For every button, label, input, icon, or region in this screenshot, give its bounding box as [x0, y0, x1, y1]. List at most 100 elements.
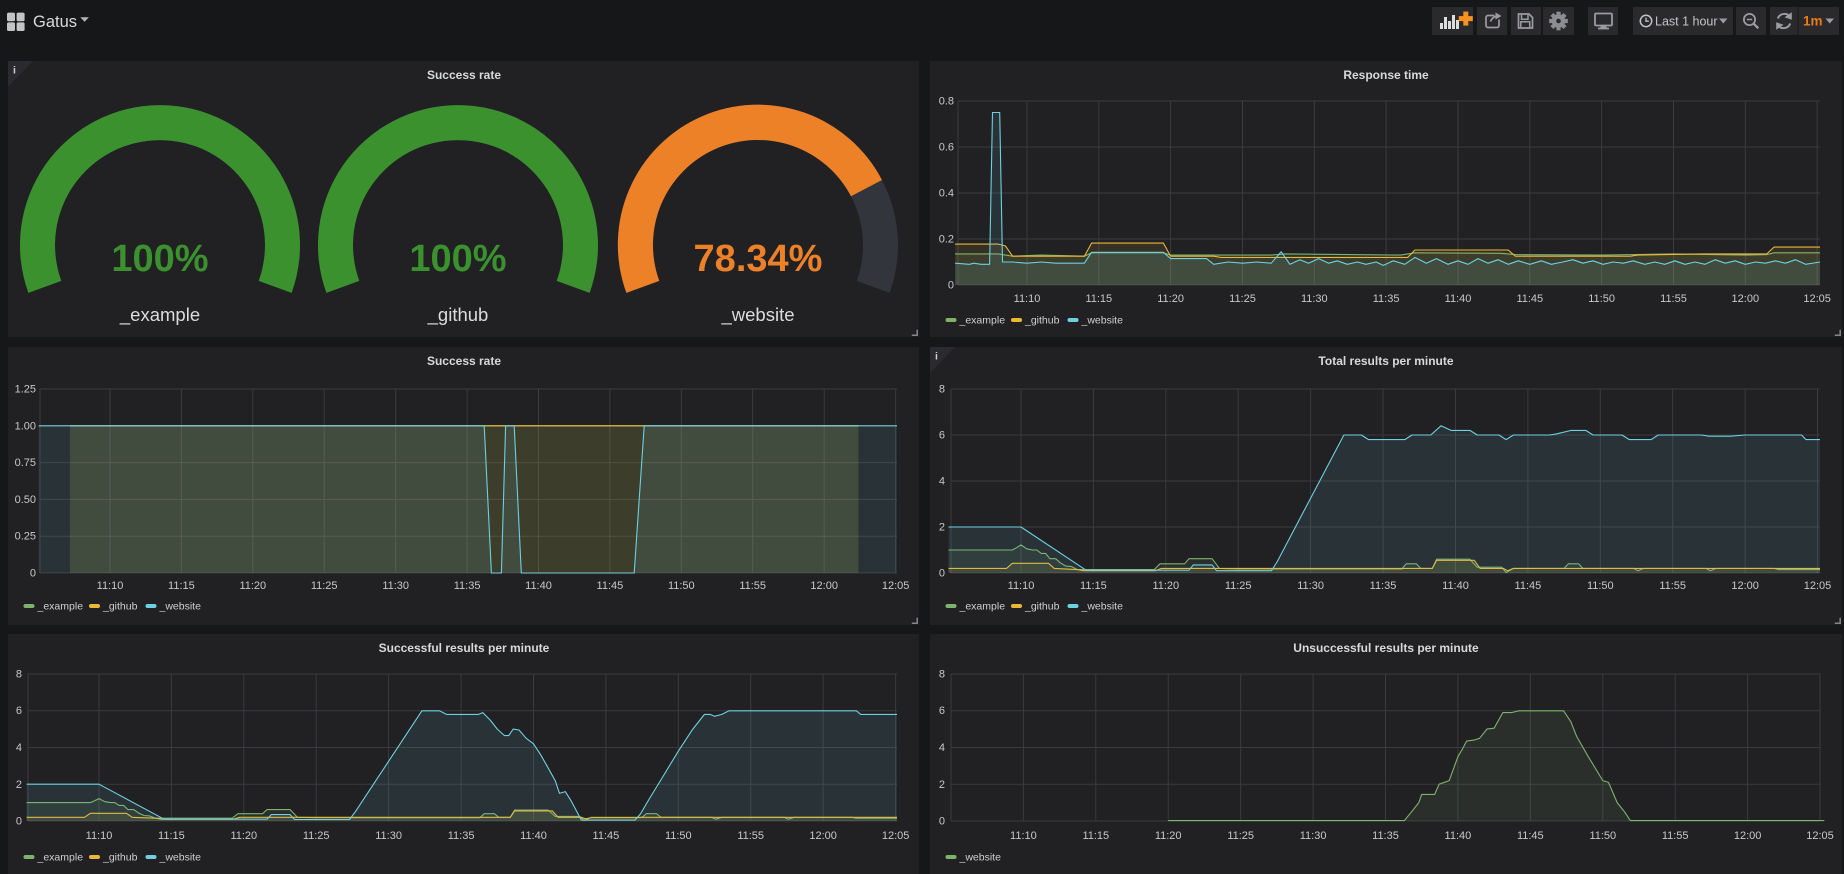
svg-text:11:20: 11:20 [239, 580, 266, 592]
svg-text:78.34%: 78.34% [694, 238, 823, 280]
svg-text:11:15: 11:15 [1085, 293, 1112, 305]
svg-text:4: 4 [939, 742, 945, 754]
svg-text:11:45: 11:45 [1515, 580, 1542, 592]
svg-text:_website: _website [159, 601, 202, 613]
svg-text:11:55: 11:55 [1660, 293, 1687, 305]
svg-text:0: 0 [939, 568, 945, 580]
svg-text:11:20: 11:20 [1152, 580, 1179, 592]
svg-text:11:50: 11:50 [665, 830, 692, 842]
svg-text:11:10: 11:10 [86, 830, 113, 842]
svg-text:0: 0 [16, 816, 22, 828]
svg-text:1.25: 1.25 [15, 384, 36, 396]
svg-text:11:55: 11:55 [737, 830, 764, 842]
svg-text:11:35: 11:35 [1370, 580, 1397, 592]
svg-text:0.50: 0.50 [15, 494, 36, 506]
svg-text:11:40: 11:40 [1445, 293, 1472, 305]
svg-text:Gatus: Gatus [33, 13, 77, 31]
svg-text:12:05: 12:05 [882, 830, 910, 842]
svg-text:Unsuccessful results per minut: Unsuccessful results per minute [1293, 641, 1479, 655]
svg-text:12:00: 12:00 [810, 580, 838, 592]
svg-text:11:35: 11:35 [1372, 830, 1399, 842]
svg-text:0.75: 0.75 [15, 457, 36, 469]
svg-text:12:05: 12:05 [1804, 580, 1832, 592]
svg-text:11:30: 11:30 [375, 830, 402, 842]
svg-text:12:00: 12:00 [1731, 580, 1759, 592]
svg-text:11:30: 11:30 [1301, 293, 1328, 305]
svg-text:11:20: 11:20 [230, 830, 257, 842]
svg-text:11:50: 11:50 [1587, 580, 1614, 592]
svg-text:1.00: 1.00 [15, 420, 36, 432]
svg-text:_github: _github [427, 304, 489, 326]
svg-text:11:10: 11:10 [1014, 293, 1041, 305]
svg-text:0.25: 0.25 [15, 531, 36, 543]
svg-text:12:05: 12:05 [1806, 830, 1834, 842]
svg-text:12:00: 12:00 [1732, 293, 1760, 305]
svg-text:11:10: 11:10 [1010, 830, 1037, 842]
svg-text:Response time: Response time [1343, 68, 1429, 82]
svg-text:11:25: 11:25 [303, 830, 330, 842]
svg-text:11:35: 11:35 [448, 830, 475, 842]
svg-text:11:10: 11:10 [1008, 580, 1035, 592]
svg-text:_example: _example [119, 304, 200, 326]
svg-text:11:10: 11:10 [97, 580, 124, 592]
svg-text:Success rate: Success rate [427, 68, 501, 82]
svg-text:0.2: 0.2 [939, 234, 954, 246]
svg-text:11:30: 11:30 [1297, 580, 1324, 592]
svg-text:11:45: 11:45 [1516, 293, 1543, 305]
svg-text:11:55: 11:55 [1662, 830, 1689, 842]
svg-text:1m: 1m [1803, 14, 1823, 29]
svg-text:2: 2 [939, 522, 945, 534]
svg-text:11:35: 11:35 [1373, 293, 1400, 305]
svg-text:12:00: 12:00 [1734, 830, 1762, 842]
svg-text:11:40: 11:40 [520, 830, 547, 842]
svg-text:11:15: 11:15 [168, 580, 195, 592]
svg-text:8: 8 [939, 384, 945, 396]
svg-text:11:25: 11:25 [1229, 293, 1256, 305]
svg-text:_website: _website [720, 304, 794, 326]
svg-text:0: 0 [30, 568, 36, 580]
svg-text:6: 6 [939, 705, 945, 717]
svg-text:i: i [13, 65, 16, 77]
svg-text:11:30: 11:30 [382, 580, 409, 592]
svg-text:11:40: 11:40 [1442, 580, 1469, 592]
svg-text:11:50: 11:50 [1589, 830, 1616, 842]
svg-text:0: 0 [948, 280, 954, 292]
svg-text:Success rate: Success rate [427, 354, 501, 368]
svg-text:6: 6 [16, 705, 22, 717]
svg-text:0.4: 0.4 [939, 188, 954, 200]
svg-text:Total results per minute: Total results per minute [1318, 354, 1453, 368]
svg-text:11:15: 11:15 [1080, 580, 1107, 592]
svg-text:12:05: 12:05 [882, 580, 910, 592]
svg-text:11:50: 11:50 [668, 580, 695, 592]
svg-text:_website: _website [159, 852, 202, 864]
svg-text:11:20: 11:20 [1155, 830, 1182, 842]
svg-text:_github: _github [102, 601, 138, 613]
svg-text:4: 4 [939, 476, 945, 488]
svg-text:i: i [935, 351, 938, 363]
svg-text:_example: _example [959, 315, 1006, 327]
svg-text:0.6: 0.6 [939, 142, 954, 154]
svg-text:8: 8 [939, 669, 945, 681]
svg-text:_github: _github [1024, 601, 1060, 613]
svg-text:100%: 100% [111, 238, 208, 280]
svg-text:4: 4 [16, 742, 22, 754]
svg-text:0.8: 0.8 [939, 96, 954, 108]
svg-text:_github: _github [102, 852, 138, 864]
svg-text:100%: 100% [409, 238, 506, 280]
svg-text:11:40: 11:40 [1445, 830, 1472, 842]
svg-text:12:00: 12:00 [809, 830, 837, 842]
svg-text:11:40: 11:40 [525, 580, 552, 592]
svg-text:11:15: 11:15 [158, 830, 185, 842]
svg-text:11:15: 11:15 [1082, 830, 1109, 842]
svg-text:11:55: 11:55 [739, 580, 766, 592]
svg-text:12:05: 12:05 [1803, 293, 1831, 305]
svg-text:_website: _website [1081, 315, 1124, 327]
svg-text:_website: _website [959, 852, 1002, 864]
svg-text:2: 2 [16, 779, 22, 791]
svg-text:11:45: 11:45 [1517, 830, 1544, 842]
svg-text:8: 8 [16, 669, 22, 681]
svg-text:_website: _website [1081, 601, 1124, 613]
svg-text:11:25: 11:25 [1227, 830, 1254, 842]
svg-text:_example: _example [37, 601, 84, 613]
svg-text:11:25: 11:25 [1225, 580, 1252, 592]
